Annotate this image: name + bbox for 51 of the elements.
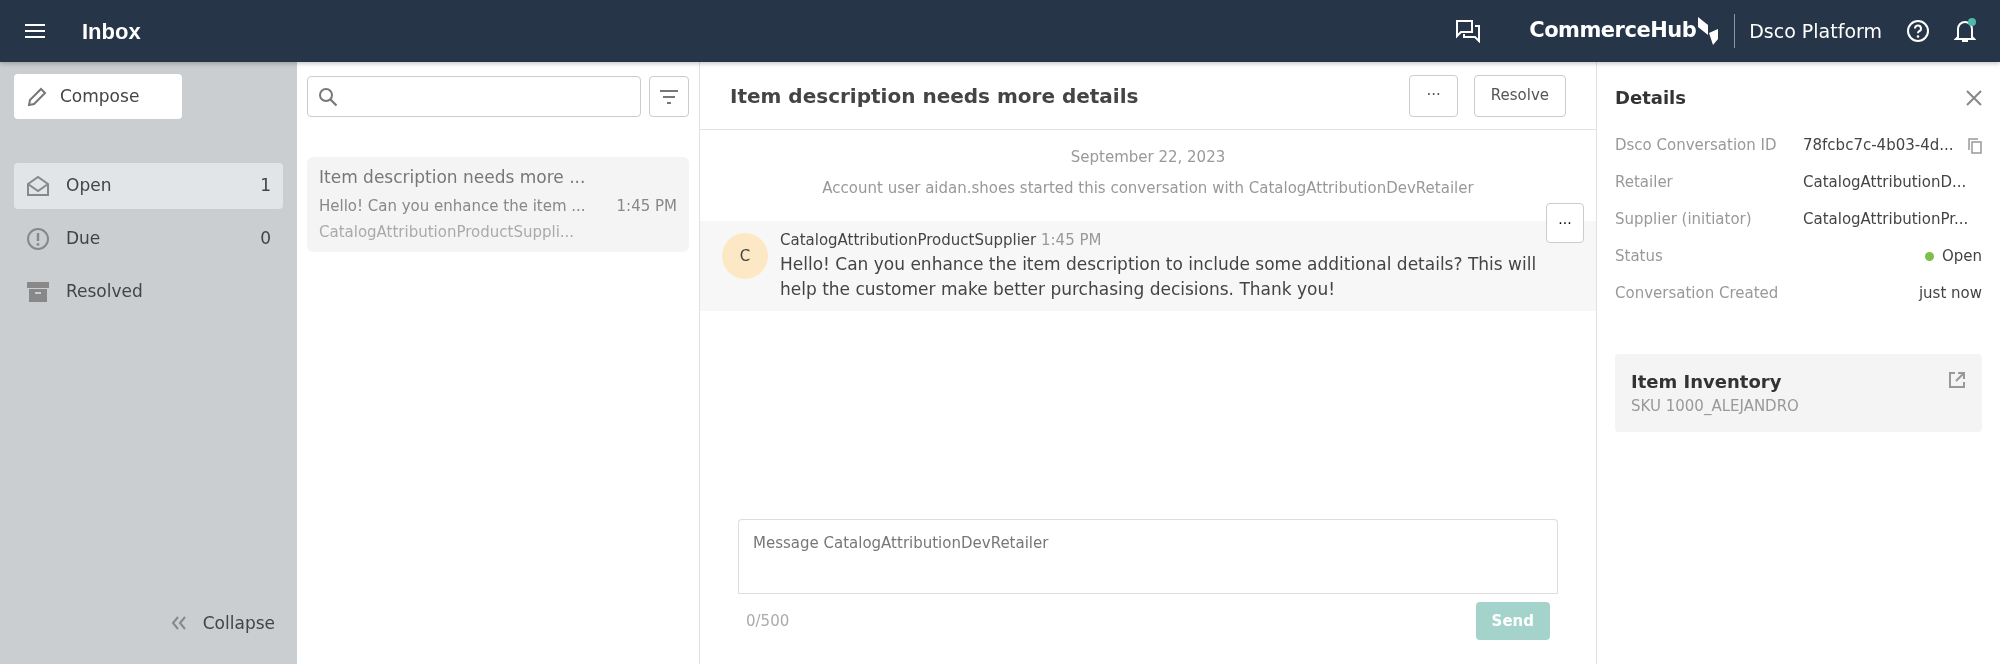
author-name: CatalogAttributionProductSupplier <box>780 231 1037 249</box>
close-icon[interactable] <box>1966 89 1982 106</box>
filter-icon <box>659 89 679 104</box>
collapse-link[interactable]: Collapse <box>202 610 275 636</box>
detail-label: Conversation Created <box>1615 283 1780 305</box>
envelope-icon <box>26 175 50 197</box>
conversation-item[interactable]: Item description needs more ... Hello! Can you enhance the item ... 1:45 PM CatalogAttributionProductSuppli... <box>307 157 689 252</box>
message-menu-button[interactable]: ··· <box>1546 203 1584 243</box>
detail-value: 78fcbc7c-4b03-4d... <box>1803 135 1954 157</box>
message-text: Hello! Can you enhance the item description to include some additional details? This will help the customer make better purchasing decisions. Thank you! <box>780 252 1538 301</box>
resolve-button[interactable]: Resolve <box>1473 74 1566 117</box>
search-icon <box>318 86 338 107</box>
page-title: Inbox <box>82 17 141 46</box>
sidebar-item[interactable]: Resolved <box>14 269 283 315</box>
platform-name: Dsco Platform <box>1749 18 1882 44</box>
help-icon[interactable] <box>1906 19 1930 43</box>
notification-bell-icon[interactable] <box>1954 18 1976 44</box>
logo-mark-icon <box>1696 16 1721 47</box>
alert-circle-icon <box>26 227 50 251</box>
avatar: C <box>722 233 768 279</box>
conversation-title: Item description needs more details <box>730 82 1139 110</box>
filter-button[interactable] <box>649 76 689 117</box>
character-counter: 0/500 <box>746 610 790 632</box>
brand-name: CommerceHub <box>1529 17 1697 45</box>
archive-box-icon <box>26 280 50 304</box>
detail-value: CatalogAttributionPr... <box>1803 209 1969 231</box>
system-notice: Account user aidan.shoes started this conversation with CatalogAttributionDevRetailer <box>822 177 1474 199</box>
card-title: Item Inventory <box>1631 370 1783 394</box>
compose-button[interactable]: Compose <box>14 74 182 119</box>
detail-label: Retailer <box>1615 172 1674 194</box>
detail-value: just now <box>1918 283 1982 305</box>
pencil-icon <box>26 85 48 108</box>
external-link-icon[interactable] <box>1948 370 1966 389</box>
sidebar-item[interactable]: Open 1 <box>14 163 283 209</box>
date-label: September 22, 2023 <box>1070 147 1226 168</box>
detail-label: Status <box>1615 246 1664 268</box>
detail-value: Open <box>1941 246 1982 268</box>
item-inventory-card[interactable]: Item Inventory SKU 1000_ALEJANDRO <box>1615 354 1982 432</box>
detail-label: Dsco Conversation ID <box>1615 135 1778 157</box>
menu-icon[interactable] <box>24 23 46 39</box>
more-button[interactable]: ··· <box>1409 74 1458 117</box>
detail-label: Supplier (initiator) <box>1615 209 1753 231</box>
detail-value: CatalogAttributionD... <box>1803 172 1967 194</box>
sku-label: SKU 1000_ALEJANDRO <box>1631 396 1799 417</box>
chat-icon[interactable] <box>1455 19 1482 43</box>
message-input[interactable]: Message CatalogAttributionDevRetailer <box>738 518 1558 593</box>
search-field[interactable] <box>307 76 641 117</box>
sidebar-item[interactable]: Due 0 <box>14 216 283 262</box>
details-title: Details <box>1615 86 1686 110</box>
double-chevron-icon <box>170 616 187 631</box>
message-time: 1:45 PM <box>1041 231 1102 249</box>
